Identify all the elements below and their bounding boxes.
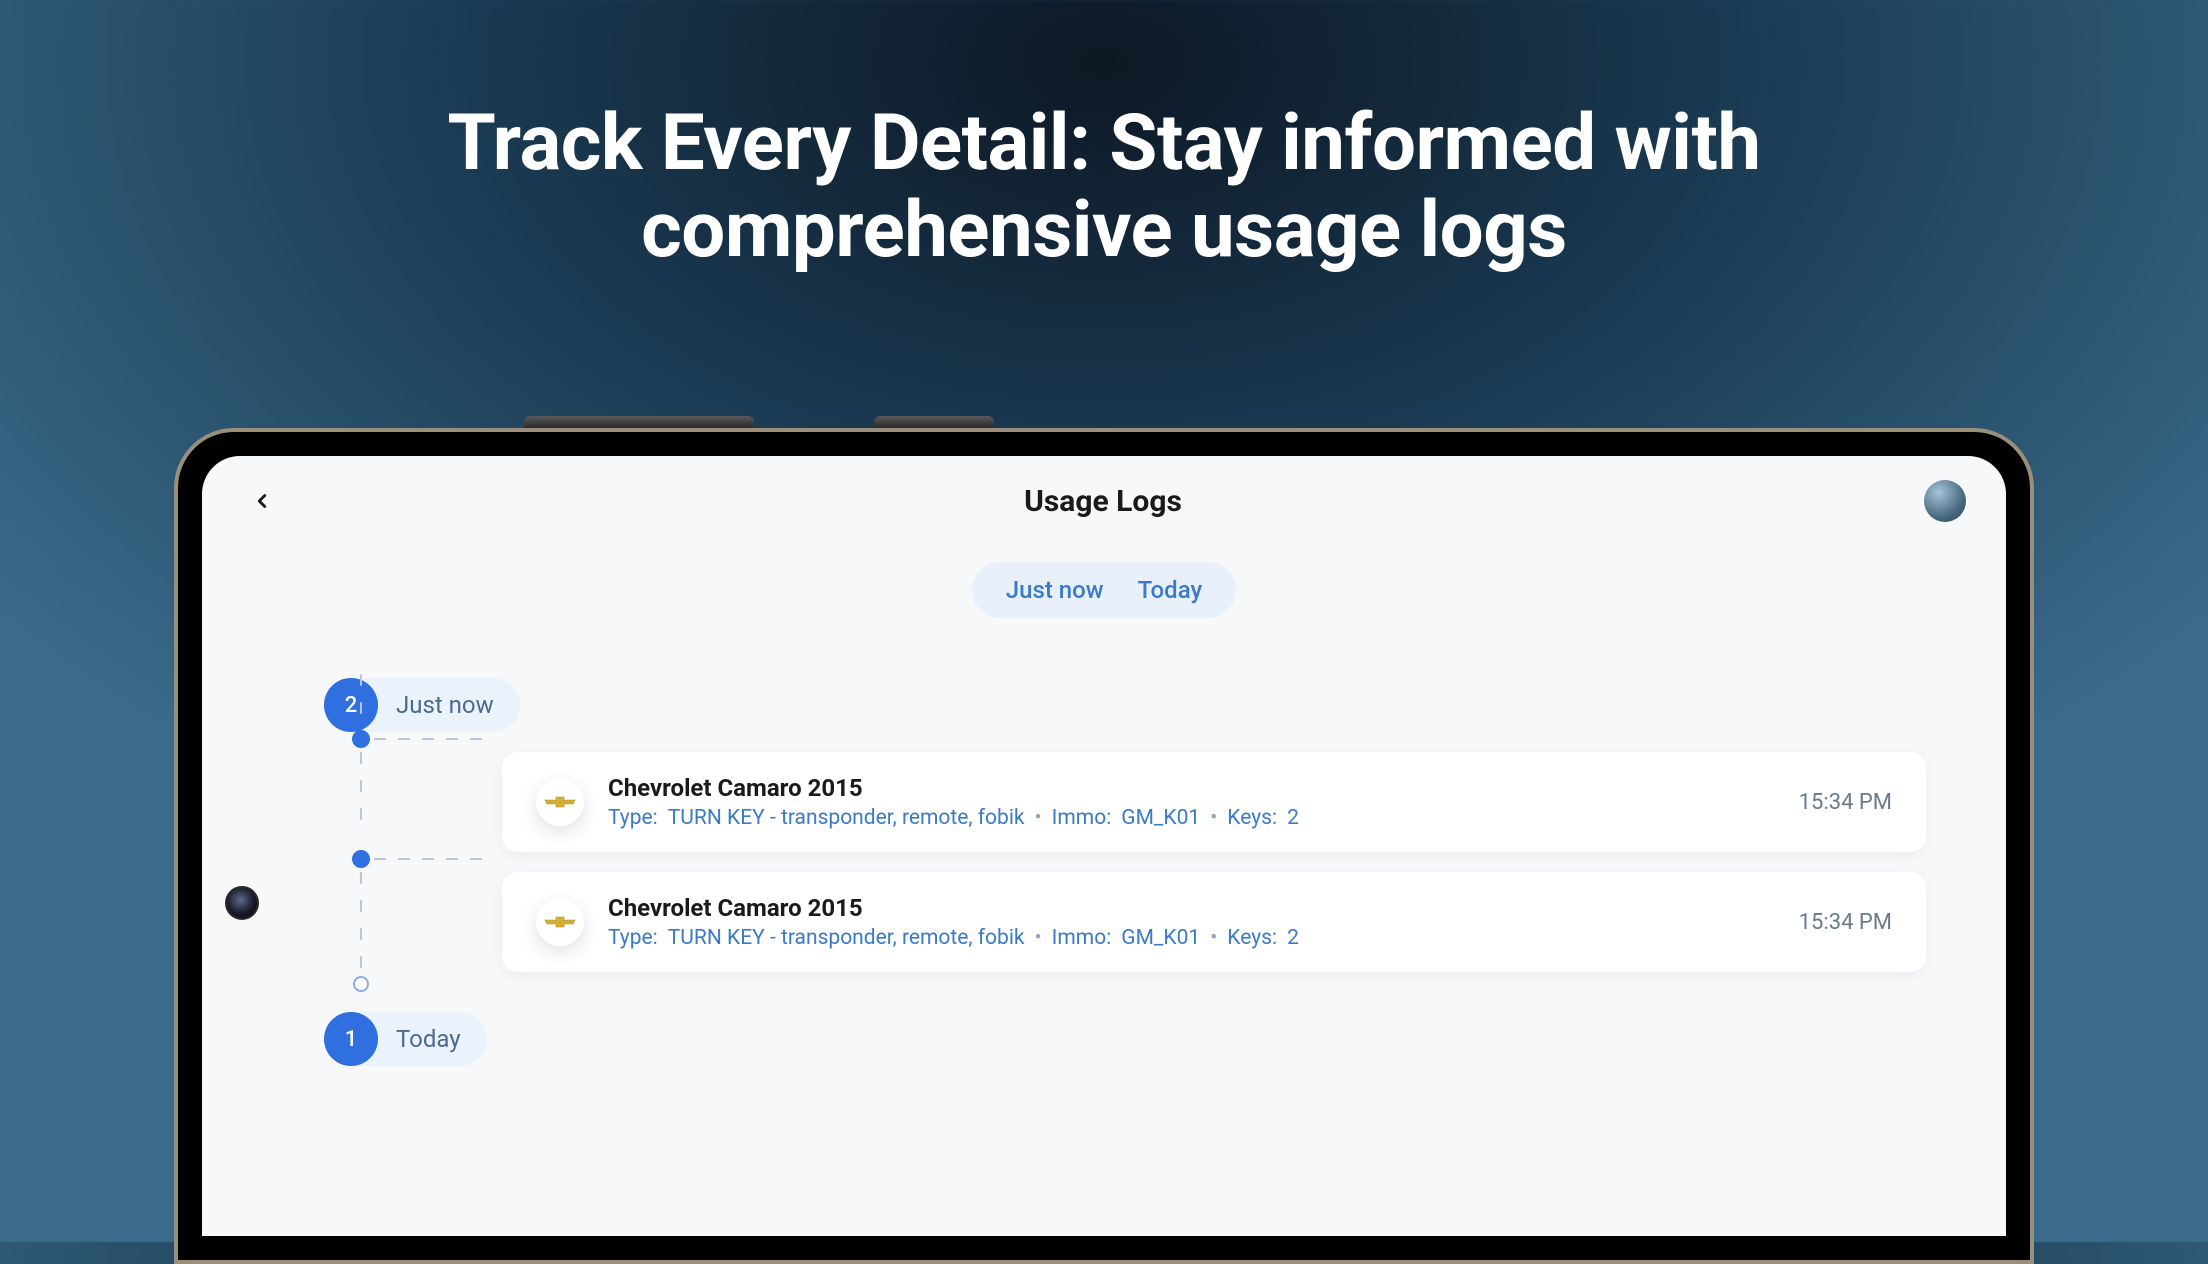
section-header-today: 1 Today [324,1012,487,1066]
device-notches [174,414,2034,428]
timeline-dot [352,730,370,748]
hero: Track Every Detail: Stay informed with c… [0,0,2208,275]
brand-logo-icon [536,778,584,826]
topbar: Usage Logs [202,456,2006,532]
filter-today[interactable]: Today [1138,576,1203,604]
hero-title: Track Every Detail: Stay informed with c… [404,100,1804,275]
log-meta: Type: TURN KEY - transponder, remote, fo… [608,806,1775,830]
back-button[interactable] [242,481,282,521]
log-card[interactable]: Chevrolet Camaro 2015 Type: TURN KEY - t… [502,872,1926,972]
log-card-body: Chevrolet Camaro 2015 Type: TURN KEY - t… [608,774,1775,830]
chevron-left-icon [251,490,273,512]
filter-just-now[interactable]: Just now [1006,576,1104,604]
section-label: Today [396,1025,461,1053]
section-label: Just now [396,691,494,719]
page-title: Usage Logs [1024,484,1182,519]
timeline-column [351,672,371,1066]
timeline-dot-hollow [353,976,369,992]
log-title: Chevrolet Camaro 2015 [608,894,1775,922]
log-timestamp: 15:34 PM [1799,910,1892,935]
device-frame: Usage Logs Just now Today [174,428,2034,1264]
log-title: Chevrolet Camaro 2015 [608,774,1775,802]
brand-logo-icon [536,898,584,946]
app-screen: Usage Logs Just now Today [202,456,2006,1236]
timeline-dot [352,850,370,868]
log-content: 2 Just now Chevrolet Camaro 2015 Type: [202,618,2006,1066]
log-meta: Type: TURN KEY - transponder, remote, fo… [608,926,1775,950]
device-mockup: Usage Logs Just now Today [174,414,2034,1264]
device-top-button [874,416,994,428]
avatar[interactable] [1924,480,1966,522]
device-top-button [524,416,754,428]
log-cards: Chevrolet Camaro 2015 Type: TURN KEY - t… [502,752,1926,972]
log-card-body: Chevrolet Camaro 2015 Type: TURN KEY - t… [608,894,1775,950]
log-card[interactable]: Chevrolet Camaro 2015 Type: TURN KEY - t… [502,752,1926,852]
log-timestamp: 15:34 PM [1799,790,1892,815]
device-bezel: Usage Logs Just now Today [200,454,2008,1238]
filter-pill: Just now Today [972,562,1236,618]
